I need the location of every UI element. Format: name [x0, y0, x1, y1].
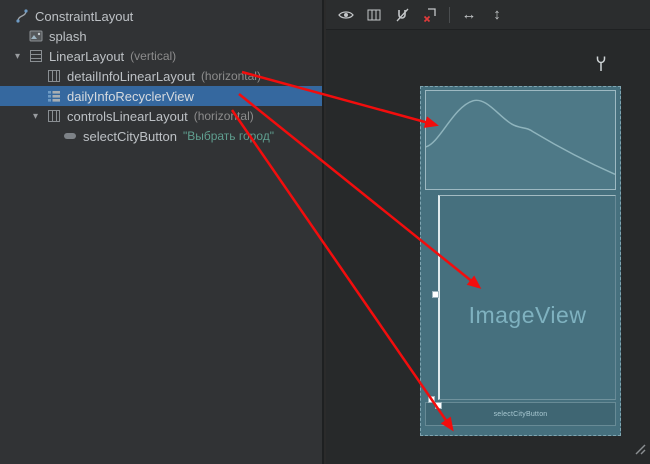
resize-grip-icon[interactable] [631, 440, 647, 461]
tree-item-detail: (vertical) [130, 49, 176, 63]
arrow-vertical-icon[interactable]: ↕ [485, 4, 509, 26]
resize-handle-corner[interactable] [428, 396, 435, 403]
tree-item-label: ConstraintLayout [35, 9, 133, 24]
design-surface[interactable]: ImageView selectCityButton [326, 30, 650, 464]
tree-item-dailyinforecyclerview[interactable]: dailyInfoRecyclerView [0, 86, 322, 106]
recycler-view-region[interactable]: ImageView [438, 195, 616, 400]
select-city-button-preview[interactable]: selectCityButton [425, 402, 616, 426]
grid-icon[interactable] [362, 4, 386, 26]
wrench-icon[interactable] [594, 55, 608, 77]
imageview-label: ImageView [440, 302, 615, 329]
tree-item-controlslinearlayout[interactable]: ▾ controlsLinearLayout (horizontal) [0, 106, 322, 126]
design-panel: ↔ ↕ ImageView selectCityButton [326, 0, 650, 464]
component-tree: ConstraintLayout splash ▾ LinearLayout (… [0, 0, 324, 464]
design-toolbar: ↔ ↕ [326, 0, 650, 30]
linear-layout-vertical-icon [28, 48, 44, 64]
arrow-horizontal-icon[interactable]: ↔ [457, 4, 481, 26]
tree-item-label: dailyInfoRecyclerView [67, 89, 194, 104]
constraint-layout-icon [14, 8, 30, 24]
layout-editor: ConstraintLayout splash ▾ LinearLayout (… [0, 0, 650, 464]
toolbar-separator [449, 7, 450, 23]
tree-item-label: splash [49, 29, 87, 44]
image-icon [28, 28, 44, 44]
tree-item-selectcitybutton[interactable]: selectCityButton "Выбрать город" [0, 126, 322, 146]
tree-item-detail: (horizontal) [201, 69, 261, 83]
button-icon [62, 128, 78, 144]
autoconnect-off-icon[interactable] [390, 4, 414, 26]
tree-item-splash[interactable]: splash [0, 26, 322, 46]
linear-layout-horizontal-icon [46, 108, 62, 124]
recycler-view-icon [46, 88, 62, 104]
detail-info-chart-area[interactable] [425, 90, 616, 190]
chevron-down-icon[interactable]: ▾ [15, 51, 28, 62]
view-options-icon[interactable] [334, 4, 358, 26]
tree-item-constraintlayout[interactable]: ConstraintLayout [0, 6, 322, 26]
tree-item-label: controlsLinearLayout [67, 109, 188, 124]
linear-layout-horizontal-icon [46, 68, 62, 84]
wave-curve [426, 91, 615, 189]
tree-item-label: selectCityButton [83, 129, 177, 144]
tree-item-detail: (horizontal) [194, 109, 254, 123]
resize-handle-corner[interactable] [435, 402, 442, 409]
tree-item-label: LinearLayout [49, 49, 124, 64]
tree-item-linearlayout[interactable]: ▾ LinearLayout (vertical) [0, 46, 322, 66]
tree-item-detailinfolinearlayout[interactable]: detailInfoLinearLayout (horizontal) [0, 66, 322, 86]
clear-constraints-icon[interactable] [418, 4, 442, 26]
chevron-down-icon[interactable]: ▾ [33, 111, 46, 122]
tree-item-value: "Выбрать город" [183, 129, 274, 143]
device-preview[interactable]: ImageView selectCityButton [420, 86, 621, 436]
tree-item-label: detailInfoLinearLayout [67, 69, 195, 84]
resize-handle-left[interactable] [432, 291, 439, 298]
